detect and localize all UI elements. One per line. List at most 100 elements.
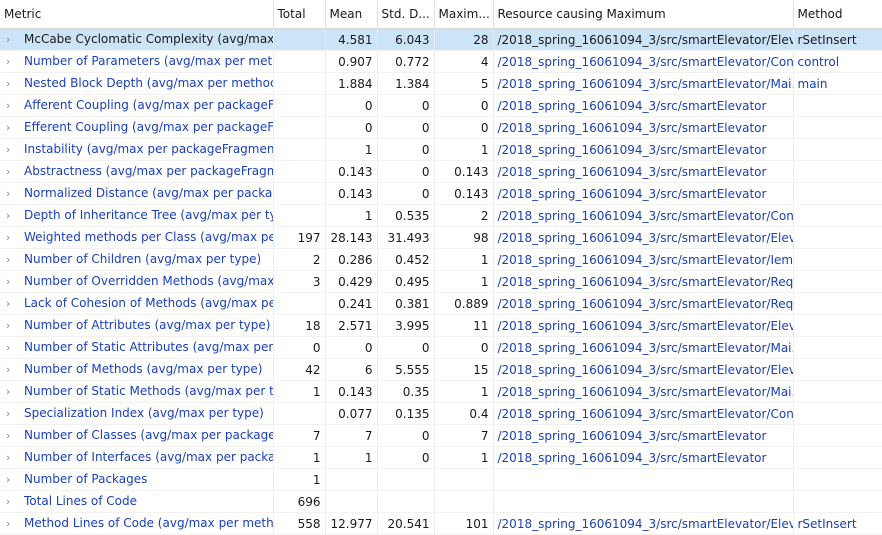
method-cell: main [793, 72, 882, 95]
metric-cell[interactable]: › Afferent Coupling (avg/max per packageF [0, 94, 274, 117]
metric-cell[interactable]: › Number of Static Attributes (avg/max pe… [0, 336, 274, 359]
mean-cell: 1.884 [325, 72, 378, 95]
table-row[interactable]: › Afferent Coupling (avg/max per packageF… [0, 94, 882, 117]
chevron-right-icon[interactable]: › [6, 448, 16, 468]
metric-cell[interactable]: › Number of Methods (avg/max per type) [0, 358, 274, 381]
table-row[interactable]: › McCabe Cyclomatic Complexity (avg/max 4.… [0, 28, 882, 51]
table-row[interactable]: › Number of Static Attributes (avg/max pe… [0, 336, 882, 359]
maximum-cell [434, 490, 494, 513]
maximum-cell: 1 [434, 446, 494, 469]
metric-cell[interactable]: › Number of Static Methods (avg/max per t [0, 380, 274, 403]
mean-cell: 1 [325, 204, 378, 227]
maximum-cell: 0 [434, 336, 494, 359]
metric-cell[interactable]: › Depth of Inheritance Tree (avg/max per … [0, 204, 274, 227]
chevron-right-icon[interactable]: › [6, 228, 16, 248]
mean-cell: 28.143 [325, 226, 378, 249]
total-cell [273, 292, 326, 315]
chevron-right-icon[interactable]: › [6, 162, 16, 182]
metric-cell[interactable]: › Instability (avg/max per packageFragmen… [0, 138, 274, 161]
table-row[interactable]: › Method Lines of Code (avg/max per meth 5… [0, 512, 882, 535]
method-cell [793, 160, 882, 183]
metric-cell[interactable]: › Normalized Distance (avg/max per packag [0, 182, 274, 205]
metric-cell[interactable]: › Number of Parameters (avg/max per meth [0, 50, 274, 73]
metric-cell[interactable]: › Efferent Coupling (avg/max per packageF… [0, 116, 274, 139]
table-row[interactable]: › Instability (avg/max per packageFragmen… [0, 138, 882, 161]
resource-cell: /2018_spring_16061094_3/src/smartElevato… [493, 336, 794, 359]
table-row[interactable]: › Total Lines of Code 696 [0, 490, 882, 513]
mean-cell: 1 [325, 138, 378, 161]
chevron-right-icon[interactable]: › [6, 74, 16, 94]
metric-cell[interactable]: › Number of Attributes (avg/max per type) [0, 314, 274, 337]
table-row[interactable]: › Number of Children (avg/max per type) 2 0… [0, 248, 882, 271]
table-row[interactable]: › Specialization Index (avg/max per type)… [0, 402, 882, 425]
table-row[interactable]: › Number of Classes (avg/max per package 7… [0, 424, 882, 447]
table-row[interactable]: › Number of Packages 1 [0, 468, 882, 491]
chevron-right-icon[interactable]: › [6, 492, 16, 512]
table-row[interactable]: › Weighted methods per Class (avg/max pe 1… [0, 226, 882, 249]
chevron-right-icon[interactable]: › [6, 118, 16, 138]
chevron-right-icon[interactable]: › [6, 96, 16, 116]
table-row[interactable]: › Normalized Distance (avg/max per packag… [0, 182, 882, 205]
maximum-cell: 4 [434, 50, 494, 73]
metric-label: Number of Parameters (avg/max per meth [24, 54, 273, 68]
column-header-resource[interactable]: Resource causing Maximum [493, 0, 794, 29]
metric-cell[interactable]: › Method Lines of Code (avg/max per meth [0, 512, 274, 535]
table-row[interactable]: › Number of Methods (avg/max per type) 42 6… [0, 358, 882, 381]
table-row[interactable]: › Number of Parameters (avg/max per meth 0… [0, 50, 882, 73]
column-header-std-dev[interactable]: Std. D... [377, 0, 435, 29]
total-cell: 42 [273, 358, 326, 381]
chevron-right-icon[interactable]: › [6, 382, 16, 402]
total-cell: 7 [273, 424, 326, 447]
maximum-cell: 1 [434, 270, 494, 293]
column-header-total[interactable]: Total [273, 0, 326, 29]
metric-label: Specialization Index (avg/max per type) [24, 406, 264, 420]
chevron-right-icon[interactable]: › [6, 514, 16, 534]
metric-cell[interactable]: › Weighted methods per Class (avg/max pe [0, 226, 274, 249]
column-header-metric[interactable]: Metric [0, 0, 274, 29]
resource-cell: /2018_spring_16061094_3/src/smartElevato… [493, 94, 794, 117]
chevron-right-icon[interactable]: › [6, 184, 16, 204]
total-cell: 197 [273, 226, 326, 249]
resource-cell: /2018_spring_16061094_3/src/smartElevato… [493, 160, 794, 183]
column-header-maximum[interactable]: Maxim... [434, 0, 494, 29]
chevron-right-icon[interactable]: › [6, 272, 16, 292]
chevron-right-icon[interactable]: › [6, 52, 16, 72]
table-row[interactable]: › Number of Interfaces (avg/max per packa… [0, 446, 882, 469]
chevron-right-icon[interactable]: › [6, 294, 16, 314]
chevron-right-icon[interactable]: › [6, 250, 16, 270]
chevron-right-icon[interactable]: › [6, 30, 16, 50]
metric-cell[interactable]: › Specialization Index (avg/max per type) [0, 402, 274, 425]
chevron-right-icon[interactable]: › [6, 426, 16, 446]
chevron-right-icon[interactable]: › [6, 206, 16, 226]
metric-cell[interactable]: › McCabe Cyclomatic Complexity (avg/max [0, 28, 274, 51]
column-header-method[interactable]: Method [793, 0, 882, 29]
metric-cell[interactable]: › Number of Packages [0, 468, 274, 491]
table-row[interactable]: › Lack of Cohesion of Methods (avg/max pe… [0, 292, 882, 315]
metric-cell[interactable]: › Nested Block Depth (avg/max per methoc [0, 72, 274, 95]
table-row[interactable]: › Abstractness (avg/max per packageFragm 0… [0, 160, 882, 183]
metric-cell[interactable]: › Lack of Cohesion of Methods (avg/max pe [0, 292, 274, 315]
column-header-mean[interactable]: Mean [325, 0, 378, 29]
chevron-right-icon[interactable]: › [6, 338, 16, 358]
table-row[interactable]: › Number of Attributes (avg/max per type)… [0, 314, 882, 337]
metric-cell[interactable]: › Number of Interfaces (avg/max per packa [0, 446, 274, 469]
total-cell: 18 [273, 314, 326, 337]
chevron-right-icon[interactable]: › [6, 404, 16, 424]
table-row[interactable]: › Number of Overridden Methods (avg/max 3 0… [0, 270, 882, 293]
metric-cell[interactable]: › Number of Classes (avg/max per package [0, 424, 274, 447]
chevron-right-icon[interactable]: › [6, 470, 16, 490]
std-dev-cell: 0.495 [377, 270, 435, 293]
table-row[interactable]: › Nested Block Depth (avg/max per methoc 1… [0, 72, 882, 95]
metric-cell[interactable]: › Number of Overridden Methods (avg/max [0, 270, 274, 293]
metric-cell[interactable]: › Number of Children (avg/max per type) [0, 248, 274, 271]
chevron-right-icon[interactable]: › [6, 316, 16, 336]
table-row[interactable]: › Efferent Coupling (avg/max per packageF… [0, 116, 882, 139]
metric-cell[interactable]: › Total Lines of Code [0, 490, 274, 513]
table-row[interactable]: › Depth of Inheritance Tree (avg/max per … [0, 204, 882, 227]
std-dev-cell: 0.535 [377, 204, 435, 227]
chevron-right-icon[interactable]: › [6, 360, 16, 380]
chevron-right-icon[interactable]: › [6, 140, 16, 160]
table-row[interactable]: › Number of Static Methods (avg/max per t… [0, 380, 882, 403]
metric-cell[interactable]: › Abstractness (avg/max per packageFragm [0, 160, 274, 183]
std-dev-cell: 3.995 [377, 314, 435, 337]
